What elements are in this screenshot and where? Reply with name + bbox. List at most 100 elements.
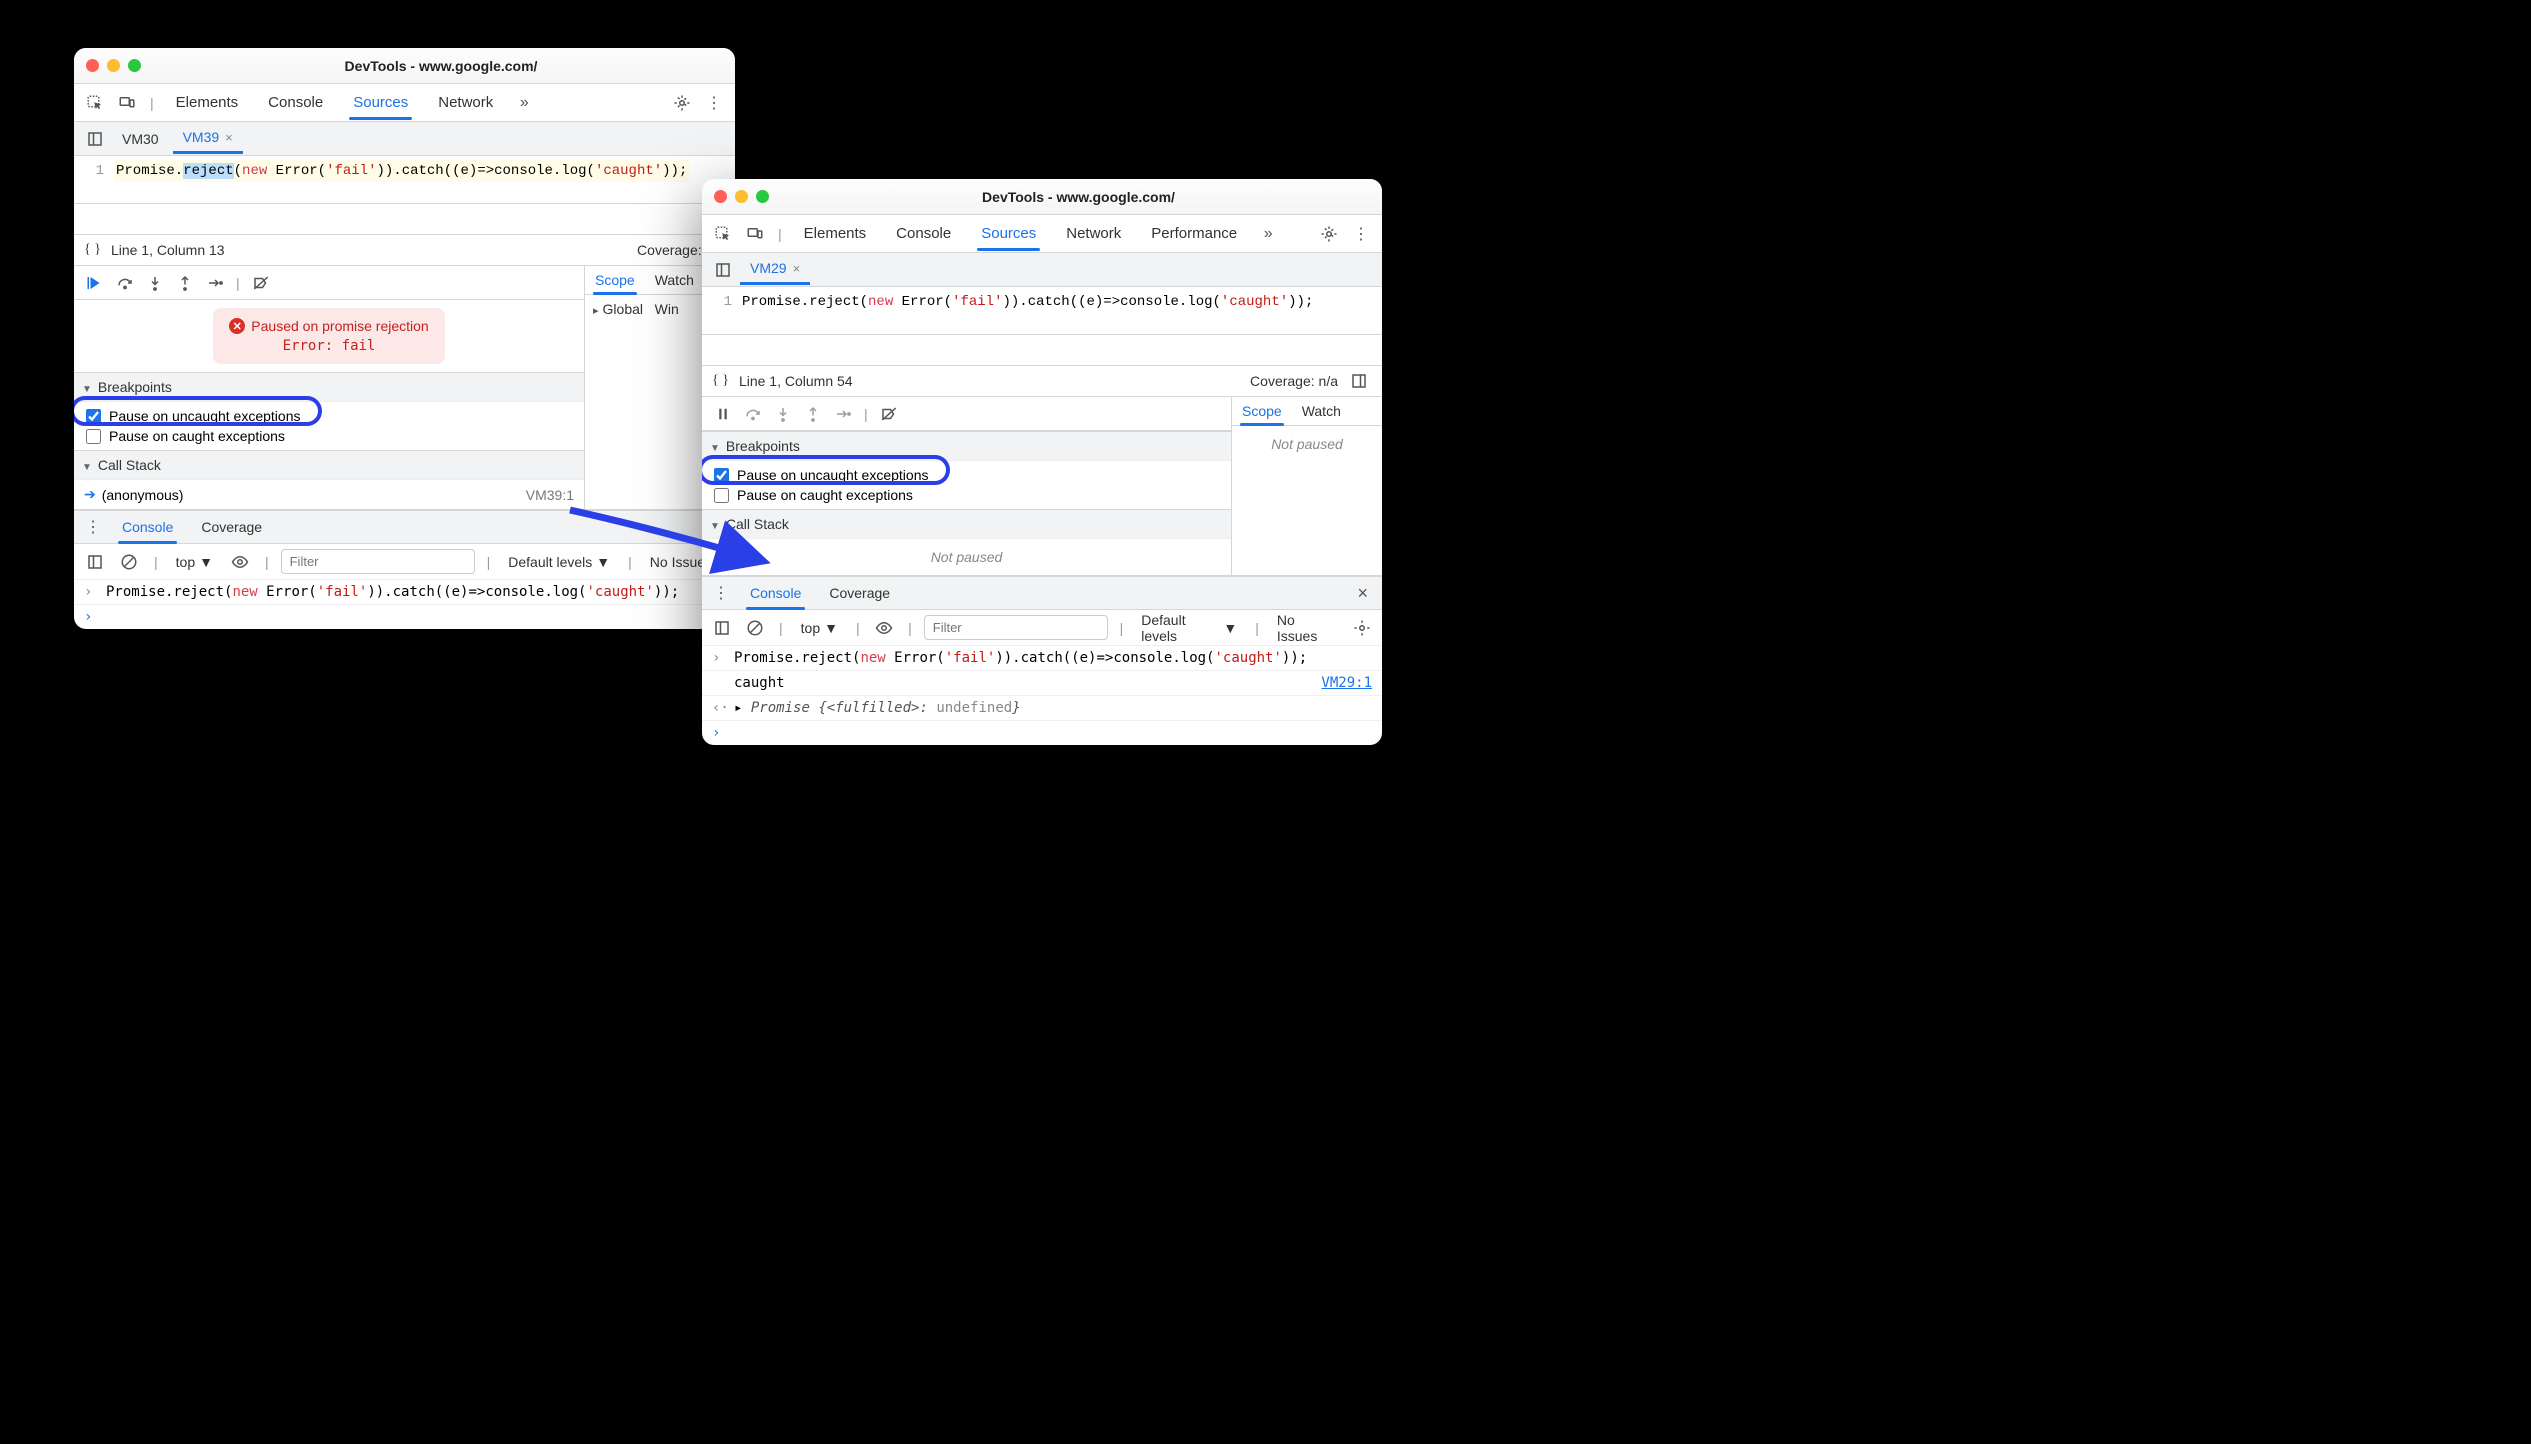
close-window-button[interactable] bbox=[86, 59, 99, 72]
tab-scope[interactable]: Scope bbox=[1232, 397, 1292, 425]
pause-uncaught-checkbox[interactable] bbox=[86, 409, 101, 424]
tab-console[interactable]: Console bbox=[884, 217, 963, 250]
pretty-print-icon[interactable]: { } bbox=[712, 373, 729, 389]
console-row[interactable]: › Promise.reject(new Error('fail')).catc… bbox=[702, 646, 1382, 671]
deactivate-breakpoints-icon[interactable] bbox=[248, 270, 274, 296]
tab-elements[interactable]: Elements bbox=[792, 217, 879, 250]
drawer-kebab-icon[interactable]: ⋮ bbox=[708, 580, 734, 606]
console-sidebar-icon[interactable] bbox=[82, 549, 108, 575]
tab-performance[interactable]: Performance bbox=[1139, 217, 1249, 250]
console-sidebar-icon[interactable] bbox=[710, 615, 735, 641]
code-editor[interactable]: 1 Promise.reject(new Error('fail')).catc… bbox=[702, 287, 1382, 335]
pause-uncaught-checkbox[interactable] bbox=[714, 468, 729, 483]
tab-sources[interactable]: Sources bbox=[969, 217, 1048, 250]
navigator-icon[interactable] bbox=[710, 257, 736, 283]
inspect-icon[interactable] bbox=[82, 90, 108, 116]
drawer-tab-coverage[interactable]: Coverage bbox=[817, 577, 902, 609]
toggle-sidebar-icon[interactable] bbox=[1346, 368, 1372, 394]
error-icon: ✕ bbox=[229, 318, 245, 334]
breakpoints-header[interactable]: Breakpoints bbox=[702, 431, 1231, 461]
drawer-kebab-icon[interactable]: ⋮ bbox=[80, 514, 106, 540]
tab-console[interactable]: Console bbox=[256, 86, 335, 119]
zoom-window-button[interactable] bbox=[756, 190, 769, 203]
device-toolbar-icon[interactable] bbox=[742, 221, 768, 247]
file-tab-vm30[interactable]: VM30 bbox=[112, 125, 169, 153]
close-tab-icon[interactable]: × bbox=[793, 261, 801, 276]
tab-elements[interactable]: Elements bbox=[164, 86, 251, 119]
source-link[interactable]: VM29:1 bbox=[1321, 675, 1372, 691]
inspect-icon[interactable] bbox=[710, 221, 736, 247]
clear-console-icon[interactable] bbox=[116, 549, 142, 575]
breakpoint-pause-caught[interactable]: Pause on caught exceptions bbox=[82, 426, 576, 446]
callstack-header[interactable]: Call Stack bbox=[702, 509, 1231, 539]
console-row[interactable]: ‹· ▸ Promise {<fulfilled>: undefined} bbox=[702, 696, 1382, 721]
navigator-icon[interactable] bbox=[82, 126, 108, 152]
eye-icon[interactable] bbox=[227, 549, 253, 575]
callstack-header[interactable]: Call Stack bbox=[74, 450, 584, 480]
console-row[interactable]: › Promise.reject(new Error('fail')).catc… bbox=[74, 580, 735, 605]
drawer-tab-console[interactable]: Console bbox=[738, 577, 813, 609]
minimize-window-button[interactable] bbox=[735, 190, 748, 203]
kebab-icon[interactable]: ⋮ bbox=[701, 90, 727, 116]
close-drawer-icon[interactable]: × bbox=[1349, 579, 1376, 608]
current-frame-icon: ➔ bbox=[84, 486, 96, 503]
pause-caught-checkbox[interactable] bbox=[714, 488, 729, 503]
resume-icon[interactable] bbox=[82, 270, 108, 296]
drawer-tab-console[interactable]: Console bbox=[110, 511, 185, 543]
gear-icon[interactable] bbox=[669, 90, 695, 116]
tab-watch[interactable]: Watch bbox=[645, 266, 704, 294]
kebab-icon[interactable]: ⋮ bbox=[1348, 221, 1374, 247]
console-prompt[interactable]: › bbox=[74, 605, 735, 629]
tab-network[interactable]: Network bbox=[426, 86, 505, 119]
breakpoint-pause-caught[interactable]: Pause on caught exceptions bbox=[710, 485, 1223, 505]
file-tabs-bar: VM30 VM39× bbox=[74, 122, 735, 156]
filter-input[interactable] bbox=[924, 615, 1108, 640]
pause-banner: ✕Paused on promise rejection Error: fail bbox=[213, 308, 444, 364]
more-tabs-icon[interactable]: » bbox=[511, 90, 537, 116]
code-editor[interactable]: 1 Promise.reject(new Error('fail')).catc… bbox=[74, 156, 735, 204]
minimize-window-button[interactable] bbox=[107, 59, 120, 72]
callstack-frame[interactable]: ➔ (anonymous) VM39:1 bbox=[74, 480, 584, 509]
deactivate-breakpoints-icon[interactable] bbox=[876, 401, 902, 427]
device-toolbar-icon[interactable] bbox=[114, 90, 140, 116]
cursor-position: Line 1, Column 54 bbox=[739, 373, 853, 389]
console-row[interactable]: caught VM29:1 bbox=[702, 671, 1382, 696]
step-over-icon[interactable] bbox=[112, 270, 138, 296]
filter-input[interactable] bbox=[281, 549, 475, 574]
eye-icon[interactable] bbox=[872, 615, 897, 641]
pause-icon[interactable] bbox=[710, 401, 736, 427]
pause-caught-checkbox[interactable] bbox=[86, 429, 101, 444]
file-tab-vm39[interactable]: VM39× bbox=[173, 123, 243, 154]
breakpoints-header[interactable]: Breakpoints bbox=[74, 372, 584, 402]
log-levels-selector[interactable]: Default levels ▼ bbox=[1135, 610, 1243, 646]
coverage-status: Coverage: n/a bbox=[1250, 373, 1338, 389]
log-levels-selector[interactable]: Default levels ▼ bbox=[502, 552, 616, 572]
drawer-tab-coverage[interactable]: Coverage bbox=[189, 511, 274, 543]
step-into-icon[interactable] bbox=[142, 270, 168, 296]
pretty-print-icon[interactable]: { } bbox=[84, 242, 101, 258]
zoom-window-button[interactable] bbox=[128, 59, 141, 72]
tab-network[interactable]: Network bbox=[1054, 217, 1133, 250]
clear-console-icon[interactable] bbox=[743, 615, 768, 641]
tab-watch[interactable]: Watch bbox=[1292, 397, 1351, 425]
context-selector[interactable]: top ▼ bbox=[170, 552, 219, 572]
file-tab-vm29[interactable]: VM29× bbox=[740, 254, 810, 285]
close-window-button[interactable] bbox=[714, 190, 727, 203]
more-tabs-icon[interactable]: » bbox=[1255, 221, 1281, 247]
console-settings-icon[interactable] bbox=[1350, 615, 1375, 641]
tab-sources[interactable]: Sources bbox=[341, 86, 420, 119]
gear-icon[interactable] bbox=[1316, 221, 1342, 247]
console-prompt[interactable]: › bbox=[702, 721, 1382, 745]
scope-not-paused: Not paused bbox=[1232, 426, 1382, 462]
step-out-icon[interactable] bbox=[172, 270, 198, 296]
close-tab-icon[interactable]: × bbox=[225, 130, 233, 145]
context-selector[interactable]: top ▼ bbox=[795, 618, 844, 638]
callstack-not-paused: Not paused bbox=[702, 539, 1231, 575]
breakpoint-pause-uncaught[interactable]: Pause on uncaught exceptions bbox=[710, 465, 1223, 485]
tab-scope[interactable]: Scope bbox=[585, 266, 645, 294]
debug-toolbar: | bbox=[74, 266, 584, 300]
scope-global[interactable]: Global bbox=[593, 301, 643, 317]
breakpoint-pause-uncaught[interactable]: Pause on uncaught exceptions bbox=[82, 406, 576, 426]
step-icon[interactable] bbox=[202, 270, 228, 296]
issues-button[interactable]: No Issues bbox=[1271, 610, 1342, 646]
